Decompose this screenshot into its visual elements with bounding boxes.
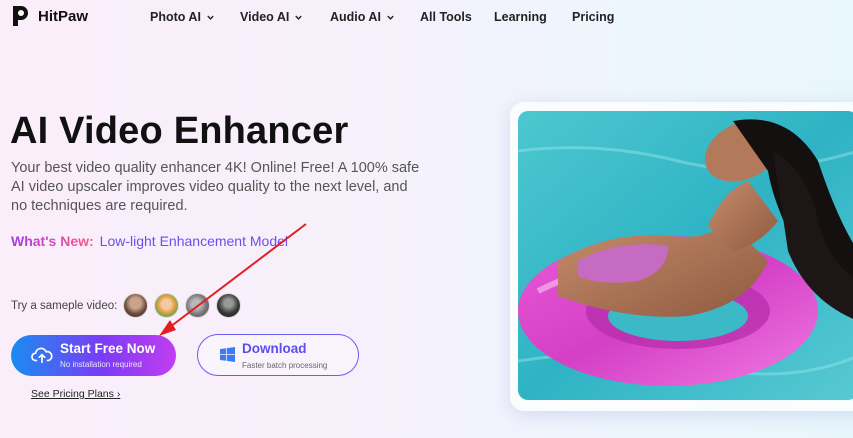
hero-photo-illustration [518,111,853,400]
pricing-link-label: See Pricing Plans [31,388,114,400]
sample-video-thumb-3[interactable] [185,293,211,318]
hitpaw-logo-icon [13,6,28,26]
whats-new-link[interactable]: Low-light Enhancement Model [100,233,288,249]
nav-item-audio-ai[interactable]: Audio AI [330,10,420,24]
nav-item-all-tools[interactable]: All Tools [420,10,494,24]
whats-new-label: What's New: [11,233,94,249]
chevron-right-icon: › [116,388,121,400]
nav-item-learning[interactable]: Learning [494,10,572,24]
start-free-now-sublabel: No installation required [60,360,142,369]
brand-name: HitPaw [38,7,89,25]
windows-icon [220,347,235,362]
start-free-now-label: Start Free Now [60,341,156,356]
sample-video-thumb-4[interactable] [216,293,242,318]
sample-video-thumb-1[interactable] [123,293,149,318]
start-free-now-button[interactable]: Start Free Now No installation required [11,335,176,376]
page-title: AI Video Enhancer [10,110,349,152]
nav-item-label: Pricing [572,10,615,24]
chevron-down-icon [207,15,214,20]
sample-videos: Try a sameple video: [11,293,242,318]
nav-item-photo-ai[interactable]: Photo AI [150,10,240,24]
top-navigation: HitPaw Photo AI Video AI Audio AI All To… [0,0,853,34]
download-button[interactable]: Download Faster batch processing [197,334,359,376]
download-sublabel: Faster batch processing [242,361,328,370]
nav-item-label: Learning [494,10,547,24]
nav-item-video-ai[interactable]: Video AI [240,10,330,24]
download-label: Download [242,341,307,356]
chevron-down-icon [295,15,303,20]
nav-item-pricing[interactable]: Pricing [572,10,614,24]
hitpaw-logo[interactable]: HitPaw [10,4,88,28]
nav-item-label: Audio AI [330,10,381,24]
sample-videos-label: Try a sameple video: [11,299,118,312]
whats-new-banner[interactable]: What's New: Low-light Enhancement Model [11,233,288,249]
main-menu: Photo AI Video AI Audio AI All Tools Lea… [150,10,614,24]
cloud-upload-icon [31,347,53,364]
chevron-down-icon [387,15,394,20]
see-pricing-plans-link[interactable]: See Pricing Plans › [31,388,120,400]
hero-image [518,111,853,400]
sample-video-thumb-2[interactable] [154,293,180,318]
nav-item-label: Photo AI [150,10,201,24]
nav-item-label: All Tools [420,10,472,24]
nav-item-label: Video AI [240,10,290,24]
hero-description: Your best video quality enhancer 4K! Onl… [11,160,420,214]
